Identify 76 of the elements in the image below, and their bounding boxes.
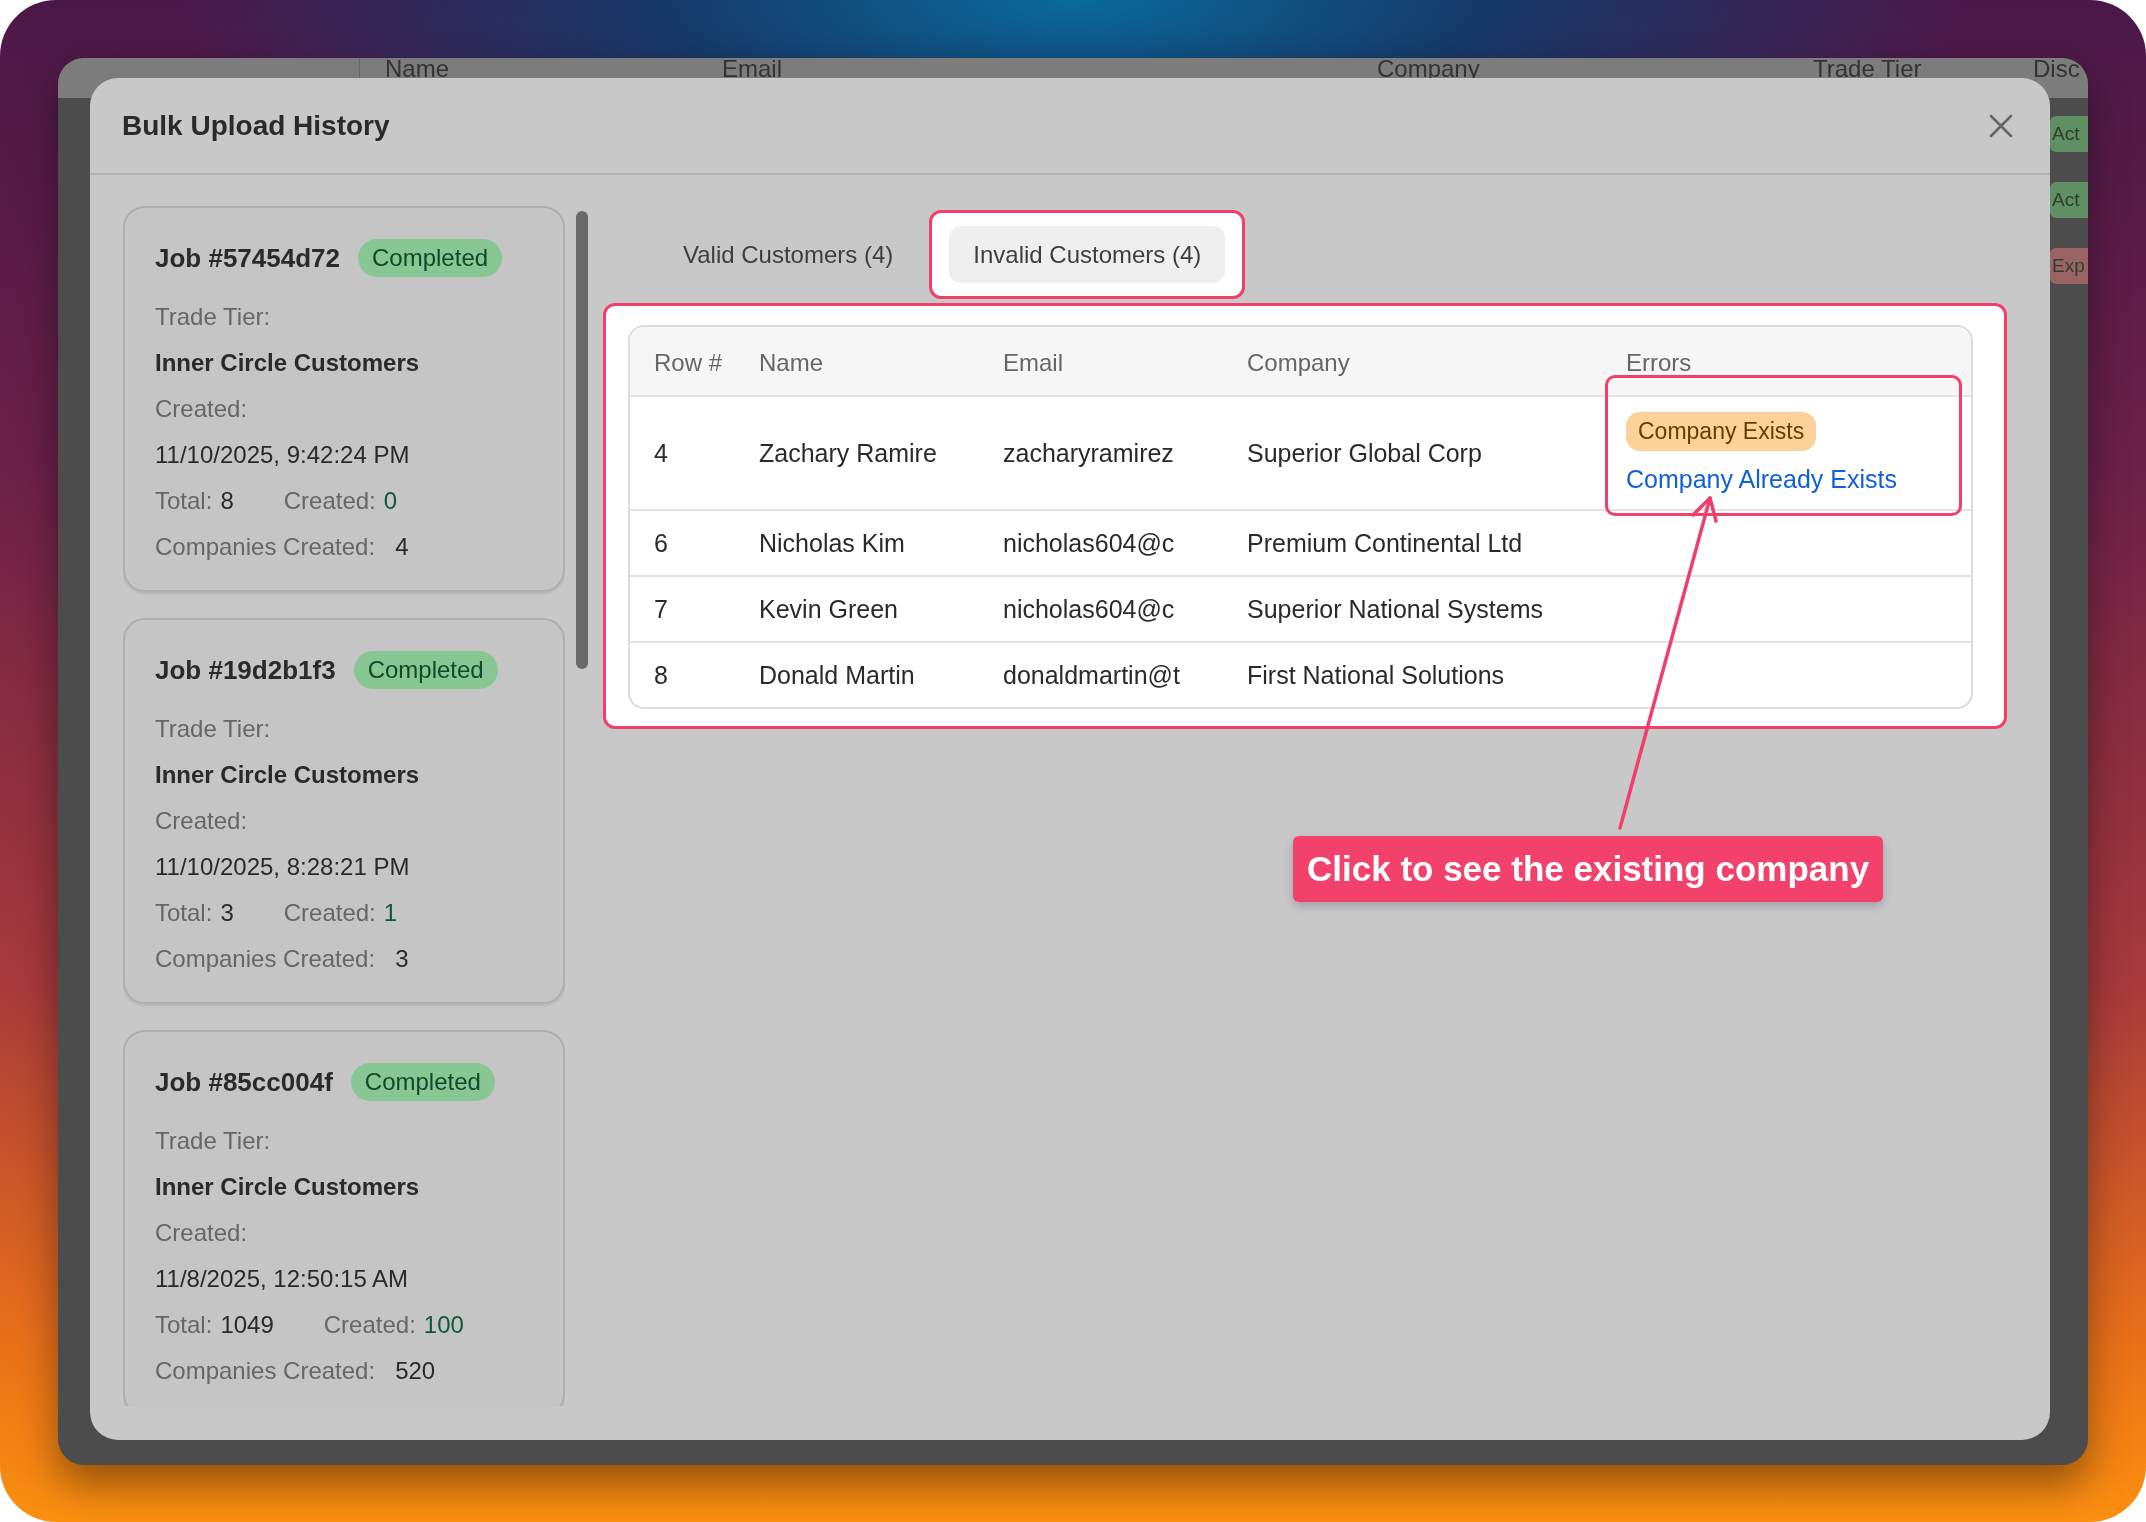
table-cell-text: donaldmartin@t — [1003, 660, 1181, 690]
status-tag: Exp — [2050, 248, 2088, 284]
tier-name: Inner Circle Customers — [155, 349, 420, 377]
total-count: 1049 — [220, 1311, 274, 1339]
field-label: Trade Tier: — [155, 303, 271, 331]
field-label: Total: — [155, 487, 213, 515]
table-cell-text: Premium Continental Ltd — [1247, 528, 1524, 558]
field-label: Created: — [283, 487, 376, 515]
field-label: Trade Tier: — [155, 1127, 271, 1155]
table-cell-text: Nicholas Kim — [759, 528, 906, 558]
job-card[interactable]: Job #19d2b1f3 Completed Trade Tier: Inner Circle Customers Created: 11/10/2025, 8:28:21 PM Total: 3 Created: 1 Companies Created: 3 — [123, 618, 565, 1004]
field-label: Created: — [155, 807, 248, 835]
error-badge: Company Exists — [1626, 412, 1817, 451]
table-cell-text: Kevin Green — [759, 594, 899, 624]
job-card[interactable]: Job #85cc004f Completed Trade Tier: Inner Circle Customers Created: 11/8/2025, 12:50:15 AM Total: 1049 Created: 100 Companies Created: 520 — [123, 1030, 565, 1406]
field-label: Companies Created: — [155, 533, 376, 561]
created-date: 11/10/2025, 9:42:24 PM — [155, 441, 410, 469]
field-label: Trade Tier: — [155, 715, 271, 743]
job-card[interactable]: Job #57454d72 Completed Trade Tier: Inner Circle Customers Created: 11/10/2025, 9:42:24 PM Total: 8 Created: 0 Companies Created: 4 — [123, 206, 565, 592]
total-count: 8 — [220, 487, 234, 515]
field-label: Companies Created: — [155, 1357, 376, 1385]
job-title: Job #19d2b1f3 — [155, 654, 336, 686]
table-cell-text: Zachary Ramire — [759, 438, 938, 468]
created-date: 11/8/2025, 12:50:15 AM — [155, 1265, 409, 1293]
companies-count: 520 — [395, 1357, 436, 1385]
table-cell-text: 4 — [653, 438, 669, 468]
table-cell-text: Superior National Systems — [1247, 594, 1544, 624]
field-label: Total: — [155, 899, 213, 927]
table-cell-text: 7 — [653, 594, 669, 624]
created-count: 1 — [383, 899, 398, 927]
table-cell-text: zacharyramirez — [1003, 438, 1175, 468]
field-label: Total: — [155, 1311, 213, 1339]
field-label: Created: — [323, 1311, 416, 1339]
total-count: 3 — [220, 899, 234, 927]
table-cell-text: Donald Martin — [759, 660, 916, 690]
status-badge: Completed — [358, 239, 503, 277]
table-cell-text: 8 — [653, 660, 669, 690]
created-count: 100 — [423, 1311, 464, 1339]
tier-name: Inner Circle Customers — [155, 1173, 420, 1201]
column-header: Errors — [1626, 348, 1693, 377]
column-header: Name — [759, 348, 825, 377]
created-count: 0 — [383, 487, 398, 515]
companies-count: 4 — [395, 533, 409, 561]
column-header: Disc — [2032, 58, 2081, 84]
column-header: Email — [1003, 348, 1064, 377]
status-tag: Act — [2050, 116, 2088, 152]
error-link[interactable]: Company Already Exists — [1626, 465, 1897, 494]
table-cell-text: First National Solutions — [1247, 660, 1506, 690]
job-title: Job #85cc004f — [155, 1066, 333, 1098]
column-header: Company — [1376, 58, 1481, 84]
field-label: Created: — [155, 1219, 248, 1247]
column-header: Trade Tier — [1812, 58, 1923, 84]
tab[interactable]: Valid Customers (4) — [659, 226, 918, 283]
table-cell-text: nicholas604@c — [1003, 528, 1176, 558]
tab[interactable]: Invalid Customers (4) — [949, 226, 1226, 283]
scrollbar[interactable] — [576, 211, 588, 669]
close-icon[interactable] — [1988, 112, 2014, 139]
field-label: Companies Created: — [155, 945, 376, 973]
table-cell-text: 6 — [653, 528, 669, 558]
modal-title: Bulk Upload History — [122, 109, 390, 142]
field-label: Created: — [283, 899, 376, 927]
status-tag: Act — [2050, 182, 2088, 218]
column-header: Row # — [653, 348, 724, 377]
callout-label: Click to see the existing company — [1293, 836, 1884, 902]
job-title: Job #57454d72 — [155, 242, 340, 274]
column-header: Email — [721, 58, 783, 84]
status-badge: Completed — [350, 1063, 495, 1101]
table-cell-text: nicholas604@c — [1003, 594, 1176, 624]
tier-name: Inner Circle Customers — [155, 761, 420, 789]
created-date: 11/10/2025, 8:28:21 PM — [155, 853, 410, 881]
column-header: Name — [384, 58, 451, 84]
companies-count: 3 — [395, 945, 409, 973]
status-badge: Completed — [353, 651, 498, 689]
column-header: Company — [1247, 348, 1351, 377]
table-cell-text: Superior Global Corp — [1247, 438, 1483, 468]
field-label: Created: — [155, 395, 248, 423]
